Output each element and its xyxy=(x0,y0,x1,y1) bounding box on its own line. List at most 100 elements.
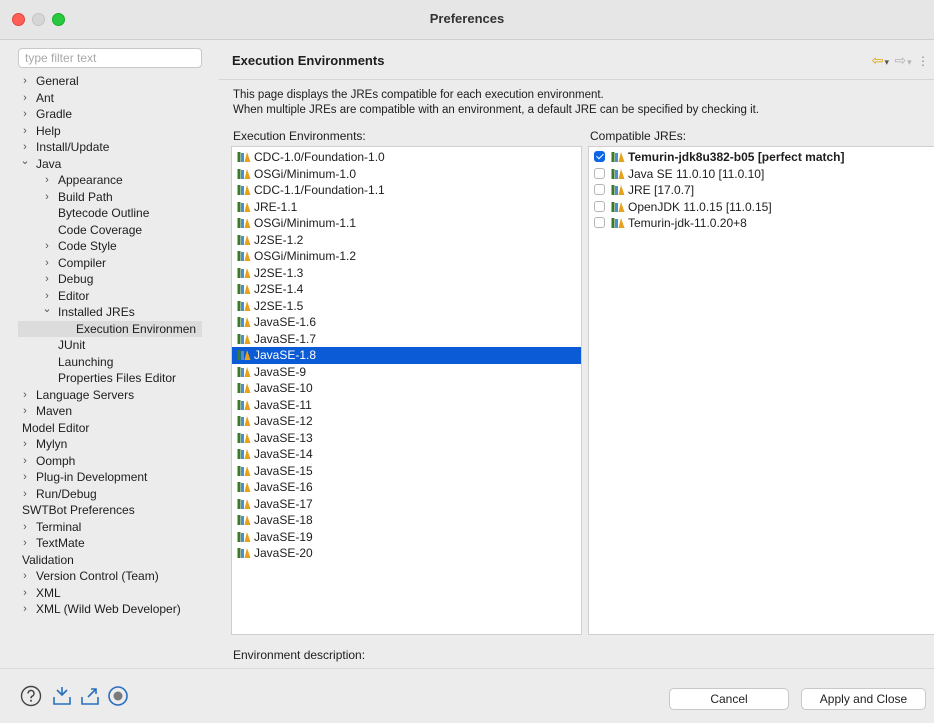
tree-item[interactable]: Code Coverage xyxy=(18,222,202,239)
more-icon[interactable]: ⋮ xyxy=(917,54,930,68)
environment-item[interactable]: JavaSE-10 xyxy=(232,380,581,397)
tree-item[interactable]: Launching xyxy=(18,354,202,371)
tree-item[interactable]: › Install/Update xyxy=(18,139,202,156)
environment-item[interactable]: J2SE-1.5 xyxy=(232,298,581,315)
jre-checkbox[interactable] xyxy=(594,200,605,212)
tree-item[interactable]: › Debug xyxy=(18,271,202,288)
tree-item[interactable]: › General xyxy=(18,73,202,90)
chevron-right-icon[interactable]: › xyxy=(20,90,30,107)
chevron-right-icon[interactable]: › xyxy=(20,106,30,123)
environment-item[interactable]: J2SE-1.2 xyxy=(232,232,581,249)
tree-item[interactable]: Properties Files Editor xyxy=(18,370,202,387)
environment-item[interactable]: OSGi/Minimum-1.1 xyxy=(232,215,581,232)
back-dropdown-icon[interactable]: ▾ xyxy=(885,57,891,67)
preference-tree[interactable]: › General › Ant › Gradle › Help › Install/Update ⌄… xyxy=(18,73,202,623)
environment-item[interactable]: JavaSE-17 xyxy=(232,496,581,513)
chevron-right-icon[interactable]: › xyxy=(20,436,30,453)
jre-item[interactable]: JRE [17.0.7] xyxy=(589,182,934,199)
tree-item[interactable]: › Gradle xyxy=(18,106,202,123)
environment-item[interactable]: J2SE-1.4 xyxy=(232,281,581,298)
chevron-right-icon[interactable]: › xyxy=(20,568,30,585)
environment-item[interactable]: JavaSE-14 xyxy=(232,446,581,463)
help-icon[interactable] xyxy=(20,685,42,707)
chevron-right-icon[interactable]: › xyxy=(20,519,30,536)
chevron-right-icon[interactable]: › xyxy=(42,271,52,288)
back-arrow-icon[interactable]: ⇦ xyxy=(872,52,885,68)
tree-item[interactable]: › Mylyn xyxy=(18,436,202,453)
tree-item[interactable]: ⌄ Installed JREs xyxy=(18,301,202,321)
environment-item[interactable]: CDC-1.1/Foundation-1.1 xyxy=(232,182,581,199)
environments-list[interactable]: CDC-1.0/Foundation-1.0 OSGi/Minimum-1.0 CD… xyxy=(231,146,582,635)
chevron-right-icon[interactable]: › xyxy=(20,601,30,618)
tree-item[interactable]: › Language Servers xyxy=(18,387,202,404)
forward-arrow-icon[interactable]: ⇨ xyxy=(894,52,907,68)
environment-item[interactable]: JavaSE-19 xyxy=(232,529,581,546)
chevron-down-icon[interactable]: ⌄ xyxy=(20,153,30,170)
chevron-right-icon[interactable]: › xyxy=(20,453,30,470)
jre-item[interactable]: Temurin-jdk-11.0.20+8 xyxy=(589,215,934,232)
jre-checkbox[interactable] xyxy=(594,217,605,228)
chevron-right-icon[interactable]: › xyxy=(20,535,30,552)
tree-item[interactable]: Bytecode Outline xyxy=(18,205,202,222)
environment-item[interactable]: OSGi/Minimum-1.0 xyxy=(232,166,581,183)
cancel-button[interactable]: Cancel xyxy=(669,688,789,710)
import-icon[interactable] xyxy=(51,685,73,707)
chevron-right-icon[interactable]: › xyxy=(42,189,52,206)
forward-dropdown-icon[interactable]: ▾ xyxy=(907,57,913,67)
tree-item[interactable]: › Compiler xyxy=(18,255,202,272)
tree-item[interactable]: › Build Path xyxy=(18,189,202,206)
compatible-jres-list[interactable]: Temurin-jdk8u382-b05 [perfect match] Java… xyxy=(588,146,934,635)
chevron-right-icon[interactable]: › xyxy=(20,486,30,503)
record-icon[interactable] xyxy=(107,685,129,707)
environment-item[interactable]: CDC-1.0/Foundation-1.0 xyxy=(232,149,581,166)
tree-item[interactable]: › XML xyxy=(18,585,202,602)
environment-item[interactable]: JavaSE-18 xyxy=(232,512,581,529)
filter-input[interactable] xyxy=(18,48,202,68)
apply-and-close-button[interactable]: Apply and Close xyxy=(801,688,926,710)
environment-item[interactable]: JRE-1.1 xyxy=(232,199,581,216)
chevron-right-icon[interactable]: › xyxy=(42,255,52,272)
environment-item[interactable]: JavaSE-9 xyxy=(232,364,581,381)
jre-item[interactable]: OpenJDK 11.0.15 [11.0.15] xyxy=(589,199,934,216)
tree-item[interactable]: ⌄ Java xyxy=(18,153,202,173)
environment-item[interactable]: JavaSE-16 xyxy=(232,479,581,496)
environment-item[interactable]: JavaSE-13 xyxy=(232,430,581,447)
tree-item[interactable]: › Terminal xyxy=(18,519,202,536)
tree-item[interactable]: › TextMate xyxy=(18,535,202,552)
tree-item[interactable]: Validation xyxy=(18,552,202,569)
jre-item[interactable]: Java SE 11.0.10 [11.0.10] xyxy=(589,166,934,183)
tree-item[interactable]: JUnit xyxy=(18,337,202,354)
chevron-right-icon[interactable]: › xyxy=(20,403,30,420)
tree-item[interactable]: › Version Control (Team) xyxy=(18,568,202,585)
tree-item[interactable]: › Plug-in Development xyxy=(18,469,202,486)
environment-item[interactable]: JavaSE-11 xyxy=(232,397,581,414)
environment-item[interactable]: JavaSE-1.6 xyxy=(232,314,581,331)
tree-item[interactable]: › XML (Wild Web Developer) xyxy=(18,601,202,618)
jre-checkbox[interactable] xyxy=(594,184,605,195)
chevron-right-icon[interactable]: › xyxy=(20,73,30,90)
tree-item[interactable]: › Maven xyxy=(18,403,202,420)
tree-item[interactable]: › Ant xyxy=(18,90,202,107)
chevron-right-icon[interactable]: › xyxy=(20,585,30,602)
chevron-right-icon[interactable]: › xyxy=(42,172,52,189)
tree-item[interactable]: Model Editor xyxy=(18,420,202,437)
tree-item[interactable]: SWTBot Preferences xyxy=(18,502,202,519)
chevron-right-icon[interactable]: › xyxy=(20,387,30,404)
export-icon[interactable] xyxy=(79,685,101,707)
chevron-right-icon[interactable]: › xyxy=(20,123,30,140)
environment-item[interactable]: JavaSE-12 xyxy=(232,413,581,430)
chevron-right-icon[interactable]: › xyxy=(20,469,30,486)
tree-item[interactable]: Execution Environmen xyxy=(18,320,202,337)
tree-item[interactable]: › Help xyxy=(18,123,202,140)
environment-item[interactable]: JavaSE-20 xyxy=(232,545,581,562)
jre-checkbox[interactable] xyxy=(594,151,605,162)
tree-item[interactable]: › Run/Debug xyxy=(18,486,202,503)
tree-item[interactable]: › Appearance xyxy=(18,172,202,189)
environment-item[interactable]: J2SE-1.3 xyxy=(232,265,581,282)
chevron-down-icon[interactable]: ⌄ xyxy=(42,301,52,318)
environment-item[interactable]: JavaSE-1.7 xyxy=(232,331,581,348)
tree-item[interactable]: › Oomph xyxy=(18,453,202,470)
jre-item[interactable]: Temurin-jdk8u382-b05 [perfect match] xyxy=(589,149,934,166)
environment-item[interactable]: JavaSE-15 xyxy=(232,463,581,480)
jre-checkbox[interactable] xyxy=(594,167,605,179)
